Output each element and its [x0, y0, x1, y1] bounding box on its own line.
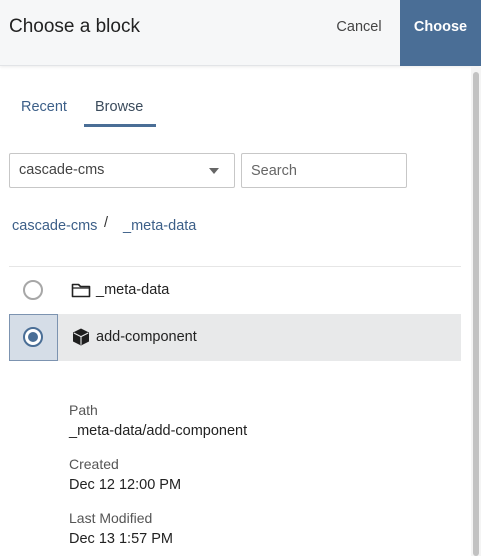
breadcrumb-root[interactable]: cascade-cms [12, 218, 97, 234]
tab-browse[interactable]: Browse [95, 99, 143, 115]
path-value: _meta-data/add-component [69, 423, 248, 439]
chevron-down-icon [209, 168, 219, 174]
dialog-header: Choose a block Cancel Choose [0, 0, 481, 66]
path-label: Path [69, 402, 98, 418]
site-select-value: cascade-cms [19, 162, 105, 178]
item-label: _meta-data [96, 282, 170, 298]
created-value: Dec 12 12:00 PM [69, 477, 182, 493]
breadcrumb-separator: / [104, 215, 109, 231]
breadcrumb-current[interactable]: _meta-data [123, 218, 196, 234]
dialog-title: Choose a block [9, 16, 140, 37]
item-label: add-component [96, 329, 197, 345]
choose-button[interactable]: Choose [400, 0, 481, 66]
created-label: Created [69, 456, 119, 472]
last-modified-value: Dec 13 1:57 PM [69, 531, 173, 547]
item-radio-selected[interactable] [23, 327, 43, 347]
tab-recent[interactable]: Recent [21, 99, 67, 115]
last-modified-label: Last Modified [69, 510, 153, 526]
list-item[interactable]: add-component [9, 314, 461, 361]
search-input[interactable] [241, 153, 407, 188]
item-radio[interactable] [23, 280, 43, 300]
site-select[interactable]: cascade-cms [9, 153, 235, 188]
cancel-button[interactable]: Cancel [326, 0, 392, 66]
scrollbar-thumb[interactable] [473, 72, 479, 556]
block-cube-icon [71, 327, 91, 347]
active-tab-indicator [84, 124, 156, 127]
list-item[interactable]: _meta-data [9, 267, 461, 314]
folder-icon [71, 280, 91, 300]
choose-block-dialog: Choose a block Cancel Choose Recent Brow… [0, 0, 481, 556]
